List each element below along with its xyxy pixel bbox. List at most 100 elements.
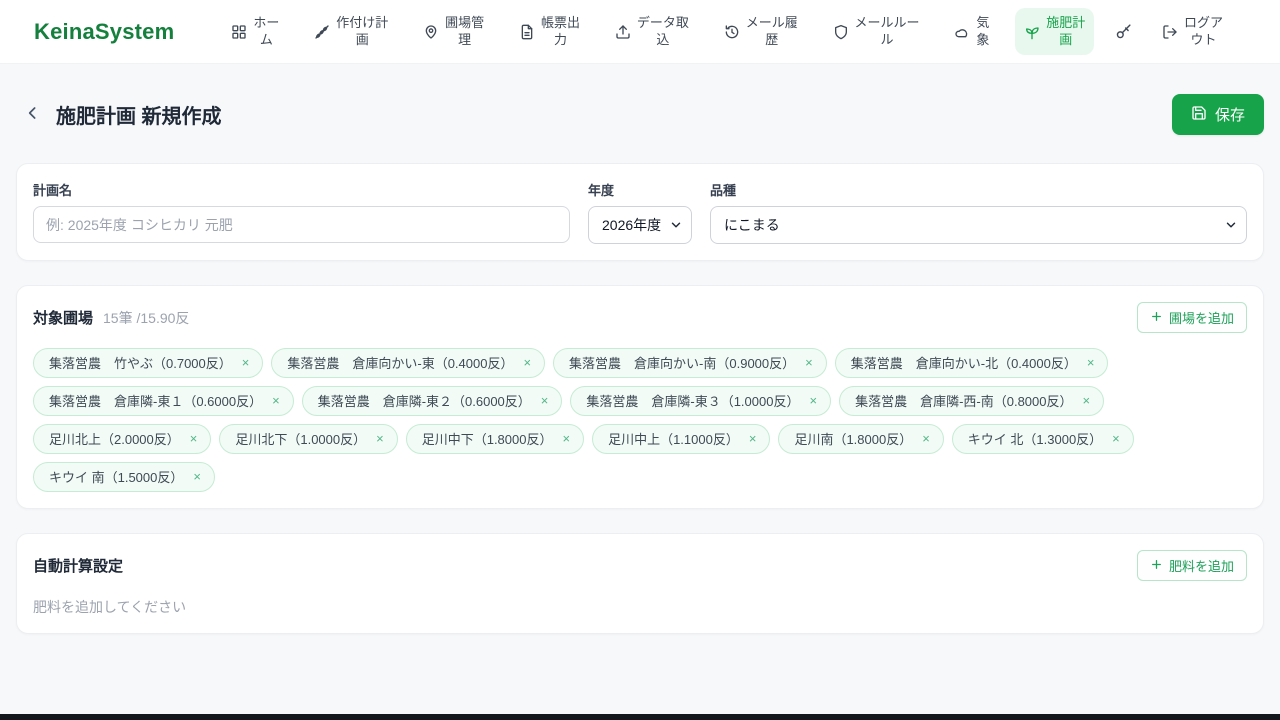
remove-field-icon[interactable]: × xyxy=(1112,432,1120,445)
nav-item-logout[interactable]: ログア ウト xyxy=(1153,8,1232,55)
nav-item-label: メールルー ル xyxy=(854,15,920,47)
add-fertilizer-button[interactable]: 肥料を追加 xyxy=(1136,550,1247,581)
field-tag: 集落営農 倉庫隣-東２（0.6000反） × xyxy=(301,386,563,416)
auto-calc-title: 自動計算設定 xyxy=(33,558,124,575)
sprout-icon xyxy=(1024,24,1040,40)
save-button-label: 保存 xyxy=(1214,107,1245,124)
remove-field-icon[interactable]: × xyxy=(376,432,384,445)
nav-item-home[interactable]: ホー ム xyxy=(222,8,288,55)
back-button[interactable] xyxy=(20,102,46,128)
field-tag-label: 集落営農 倉庫隣-東１（0.6000反） xyxy=(49,394,263,409)
field-tag-label: 足川南（1.8000反） xyxy=(794,432,913,447)
remove-field-icon[interactable]: × xyxy=(1082,394,1090,407)
nav-item-label: 施肥計 画 xyxy=(1046,15,1086,47)
upload-icon xyxy=(615,24,631,40)
nav-item-planting-plan[interactable]: 作付け計 画 xyxy=(305,8,397,55)
plan-name-input[interactable] xyxy=(33,206,570,243)
field-tag-label: 足川中上（1.1000反） xyxy=(608,432,739,447)
nav-item-mail-history[interactable]: メール履 歴 xyxy=(715,8,807,55)
remove-field-icon[interactable]: × xyxy=(562,432,570,445)
add-field-button[interactable]: 圃場を追加 xyxy=(1136,302,1247,333)
app-logo[interactable]: KeinaSystem xyxy=(34,19,174,45)
nav-item-label: 圃場管 理 xyxy=(445,15,485,47)
year-select[interactable]: 2026年度 xyxy=(588,206,692,244)
field-tag: 足川南（1.8000反） × xyxy=(778,424,944,454)
remove-field-icon[interactable]: × xyxy=(190,432,198,445)
field-tag-label: キウイ 南（1.5000反） xyxy=(49,470,184,485)
shield-icon xyxy=(833,24,849,40)
field-tag: 集落営農 倉庫隣-西-南（0.8000反） × xyxy=(839,386,1105,416)
nav-item-mail-rules[interactable]: メールルー ル xyxy=(824,8,929,55)
field-tag: 集落営農 竹やぶ（0.7000反） × xyxy=(33,348,264,378)
remove-field-icon[interactable]: × xyxy=(805,356,813,369)
field-tag-list: 集落営農 竹やぶ（0.7000反） × 集落営農 倉庫向かい-東（0.4000反）… xyxy=(33,348,1247,492)
auto-calc-card: 自動計算設定 肥料を追加 肥料を追加してください xyxy=(16,533,1264,634)
nav-item-field-management[interactable]: 圃場管 理 xyxy=(414,8,493,55)
key-icon xyxy=(1115,23,1132,40)
field-tag: キウイ 南（1.5000反） × xyxy=(33,462,215,492)
logout-icon xyxy=(1162,24,1178,40)
nav-item-weather[interactable]: 気 象 xyxy=(945,8,998,55)
field-tag: 足川北下（1.0000反） × xyxy=(219,424,398,454)
field-tag: 足川北上（2.0000反） × xyxy=(33,424,212,454)
nav-item-label: 作付け計 画 xyxy=(336,15,389,47)
field-tag: 集落営農 倉庫向かい-北（0.4000反） × xyxy=(834,348,1109,378)
save-button[interactable]: 保存 xyxy=(1171,94,1264,135)
nav-item-label: ホー ム xyxy=(253,15,280,47)
remove-field-icon[interactable]: × xyxy=(541,394,549,407)
nav-item-label: メール履 歴 xyxy=(745,15,798,47)
field-tag: 足川中下（1.8000反） × xyxy=(405,424,585,454)
map-pin-icon xyxy=(423,24,439,40)
remove-field-icon[interactable]: × xyxy=(1087,356,1095,369)
wheat-icon xyxy=(314,24,330,40)
nav-item-label: ログア ウト xyxy=(1183,15,1223,47)
plus-icon xyxy=(1150,558,1163,574)
remove-field-icon[interactable]: × xyxy=(193,470,201,483)
variety-select[interactable]: にこまる xyxy=(710,206,1247,244)
plan-name-label: 計画名 xyxy=(33,183,73,198)
nav-item-api-key[interactable] xyxy=(1111,16,1136,47)
remove-field-icon[interactable]: × xyxy=(523,356,531,369)
add-field-button-label: 圃場を追加 xyxy=(1168,311,1234,326)
field-tag-label: 集落営農 倉庫隣-東２（0.6000反） xyxy=(317,394,531,409)
history-icon xyxy=(724,24,740,40)
cloud-icon xyxy=(954,24,970,40)
chevron-left-icon xyxy=(23,103,43,126)
nav-menu: ホー ム 作付け計 画 圃場管 理 帳票出 力 データ取 込 メール履 歴 メー… xyxy=(222,8,1232,55)
plan-basic-info-card: 計画名 年度 2026年度 品種 にこまる xyxy=(16,163,1264,261)
nav-item-report-output[interactable]: 帳票出 力 xyxy=(510,8,589,55)
remove-field-icon[interactable]: × xyxy=(749,432,757,445)
nav-item-label: 帳票出 力 xyxy=(540,15,580,47)
document-icon xyxy=(519,24,535,40)
nav-item-label: 気 象 xyxy=(976,15,990,47)
field-tag-label: 集落営農 倉庫向かい-東（0.4000反） xyxy=(287,356,514,371)
fertilizer-empty-message: 肥料を追加してください xyxy=(33,599,187,615)
page-header: 施肥計画 新規作成 保存 xyxy=(20,94,1264,135)
nav-item-label: データ取 込 xyxy=(636,15,689,47)
remove-field-icon[interactable]: × xyxy=(242,356,250,369)
grid-icon xyxy=(231,24,247,40)
field-tag-label: 集落営農 竹やぶ（0.7000反） xyxy=(49,356,232,371)
remove-field-icon[interactable]: × xyxy=(922,432,930,445)
variety-label: 品種 xyxy=(710,183,737,198)
page-title: 施肥計画 新規作成 xyxy=(56,106,222,128)
field-tag-label: 集落営農 倉庫向かい-南（0.9000反） xyxy=(569,356,796,371)
field-tag: 集落営農 倉庫向かい-南（0.9000反） × xyxy=(553,348,827,378)
field-tag: 集落営農 倉庫隣-東１（0.6000反） × xyxy=(33,386,294,416)
field-tag-label: 集落営農 倉庫向かい-北（0.4000反） xyxy=(850,356,1077,371)
top-navigation: KeinaSystem ホー ム 作付け計 画 圃場管 理 帳票出 力 データ取… xyxy=(0,0,1280,64)
nav-item-fertilization-plan[interactable]: 施肥計 画 xyxy=(1015,8,1095,55)
field-tag: キウイ 北（1.3000反） × xyxy=(951,424,1134,454)
nav-item-data-import[interactable]: データ取 込 xyxy=(606,8,698,55)
field-tag: 足川中上（1.1000反） × xyxy=(592,424,771,454)
target-fields-title: 対象圃場 xyxy=(33,310,94,327)
target-fields-card: 対象圃場 15筆 /15.90反 圃場を追加 集落営農 竹やぶ（0.7000反）… xyxy=(16,285,1264,509)
field-tag-label: 足川北下（1.0000反） xyxy=(235,432,367,447)
year-label: 年度 xyxy=(588,183,615,198)
remove-field-icon[interactable]: × xyxy=(809,394,817,407)
field-tag-label: 集落営農 倉庫隣-東３（1.0000反） xyxy=(586,394,800,409)
field-tag-label: 足川中下（1.8000反） xyxy=(421,432,553,447)
add-fertilizer-button-label: 肥料を追加 xyxy=(1168,559,1234,574)
field-tag: 集落営農 倉庫隣-東３（1.0000反） × xyxy=(570,386,832,416)
remove-field-icon[interactable]: × xyxy=(272,394,280,407)
